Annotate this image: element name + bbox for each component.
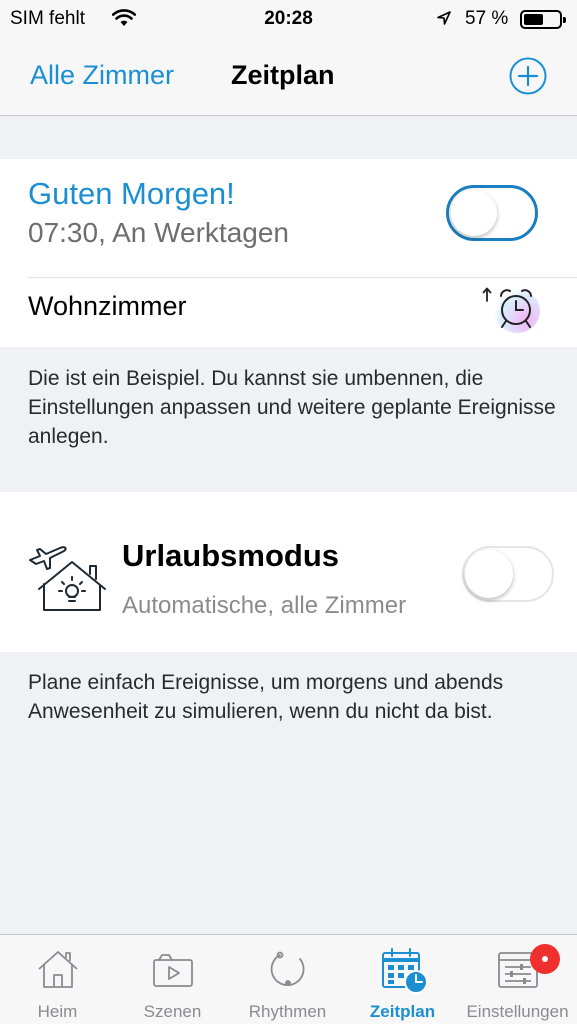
page-title: Zeitplan xyxy=(231,60,335,90)
notification-badge xyxy=(530,944,560,974)
tab-label: Rhythmen xyxy=(248,1002,327,1021)
tab-label: Szenen xyxy=(143,1002,202,1021)
add-button[interactable] xyxy=(509,57,547,95)
tab-zeitplan[interactable]: Zeitplan xyxy=(345,935,460,1024)
rhythm-icon xyxy=(270,951,305,986)
tab-rhythmen[interactable]: Rhythmen xyxy=(230,935,345,1024)
alarm-clock-icon xyxy=(480,283,542,333)
tab-einstellungen[interactable]: Einstellungen xyxy=(460,935,575,1024)
navigation-bar: Alle Zimmer Zeitplan xyxy=(0,40,577,116)
home-icon xyxy=(38,951,78,988)
tab-label: Einstellungen xyxy=(466,1002,569,1021)
schedule-time: 07:30, An Werktagen xyxy=(28,217,289,248)
tab-heim[interactable]: Heim xyxy=(0,935,115,1024)
back-button[interactable]: Alle Zimmer xyxy=(30,60,174,91)
battery-icon xyxy=(520,10,566,29)
vacation-title: Urlaubsmodus xyxy=(122,538,340,573)
schedule-description: Die ist ein Beispiel. Du kannst sie umbe… xyxy=(28,367,556,448)
vacation-toggle[interactable] xyxy=(462,546,554,602)
status-bar: SIM fehlt 20:28 57 % xyxy=(0,0,577,40)
location-arrow-icon xyxy=(437,11,451,25)
tab-szenen[interactable]: Szenen xyxy=(115,935,230,1024)
schedule-toggle[interactable] xyxy=(446,185,538,241)
schedule-card[interactable]: Guten Morgen! 07:30, An Werktagen Wohnzi… xyxy=(0,159,577,347)
schedule-title[interactable]: Guten Morgen! xyxy=(28,176,235,212)
vacation-card[interactable]: Urlaubsmodus Automatische, alle Zimmer xyxy=(0,492,577,652)
tab-label: Zeitplan xyxy=(369,1002,436,1021)
battery-level xyxy=(524,14,543,25)
toggle-knob xyxy=(465,550,513,598)
battery-percent: 57 % xyxy=(465,8,509,29)
vacation-description: Plane einfach Ereignisse, um morgens und… xyxy=(28,671,504,723)
tab-bar: Heim Szenen Rhythmen Zeitplan Einstellun… xyxy=(0,934,577,1024)
divider xyxy=(28,277,577,278)
toggle-knob xyxy=(451,190,497,236)
scenes-icon xyxy=(153,954,193,987)
tab-label: Heim xyxy=(37,1002,78,1021)
schedule-room: Wohnzimmer xyxy=(28,291,187,321)
vacation-subtitle: Automatische, alle Zimmer xyxy=(122,592,407,619)
vacation-house-icon xyxy=(29,546,106,611)
calendar-clock-icon xyxy=(382,948,428,994)
